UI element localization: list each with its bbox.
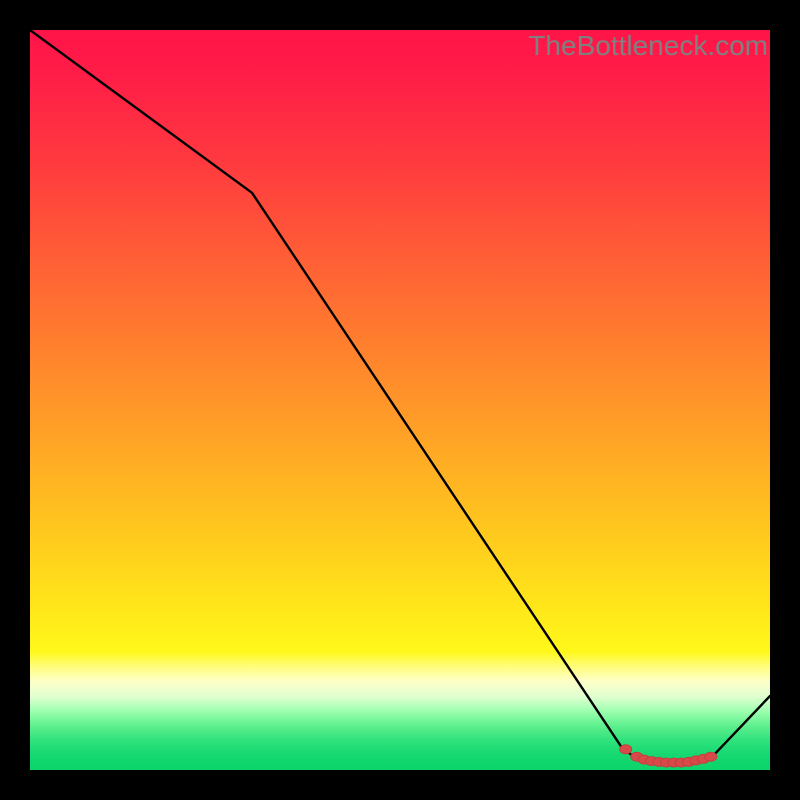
highlight-marker: [705, 752, 717, 761]
highlight-marker: [620, 745, 632, 754]
marker-group: [620, 745, 717, 767]
chart-svg: [30, 30, 770, 770]
bottleneck-curve: [30, 30, 770, 763]
plot-area: TheBottleneck.com: [30, 30, 770, 770]
chart-frame: TheBottleneck.com: [0, 0, 800, 800]
